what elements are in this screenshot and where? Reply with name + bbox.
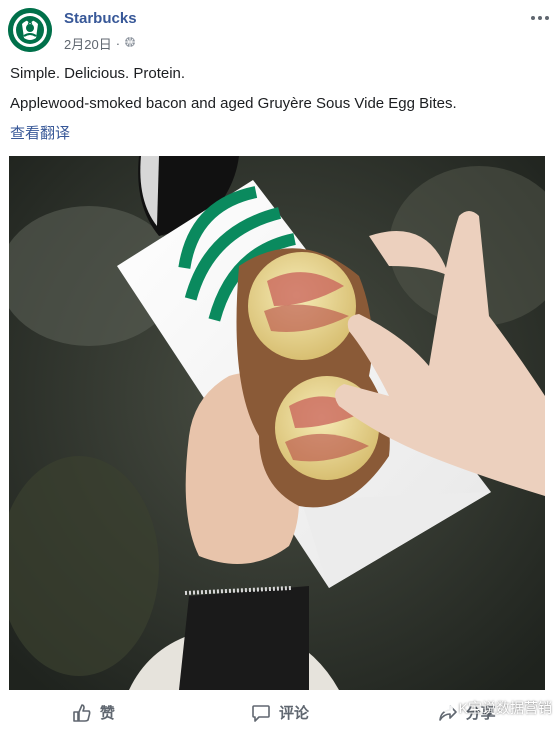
wechat-watermark: K宝说数据营销	[436, 698, 552, 718]
comment-label: 评论	[279, 705, 310, 722]
see-translation-link[interactable]: 查看翻译	[10, 122, 70, 143]
like-button[interactable]: 赞	[0, 692, 187, 733]
facebook-post: Starbucks 2月20日 · Simple. Delicious. Pro…	[0, 0, 560, 733]
starbucks-logo-avatar[interactable]	[8, 8, 52, 52]
comment-button[interactable]: 评论	[187, 692, 374, 733]
post-header: Starbucks 2月20日 ·	[8, 8, 552, 56]
separator-dot: ·	[115, 36, 121, 51]
wechat-icon	[436, 699, 453, 717]
more-options-icon[interactable]	[528, 10, 552, 26]
author-name[interactable]: Starbucks	[64, 10, 137, 27]
post-line-2: Applewood-smoked bacon and aged Gruyère …	[10, 95, 457, 112]
thumbs-up-icon	[73, 703, 91, 722]
like-label: 赞	[99, 705, 115, 722]
post-date[interactable]: 2月20日	[64, 34, 112, 53]
post-meta: 2月20日 ·	[64, 34, 136, 53]
watermark-text: K宝说数据营销	[458, 700, 552, 716]
post-line-1: Simple. Delicious. Protein.	[10, 65, 186, 82]
post-text: Simple. Delicious. Protein. Applewood-sm…	[10, 64, 550, 124]
post-photo[interactable]	[9, 156, 545, 690]
globe-icon[interactable]	[124, 36, 136, 51]
comment-icon	[252, 704, 270, 722]
